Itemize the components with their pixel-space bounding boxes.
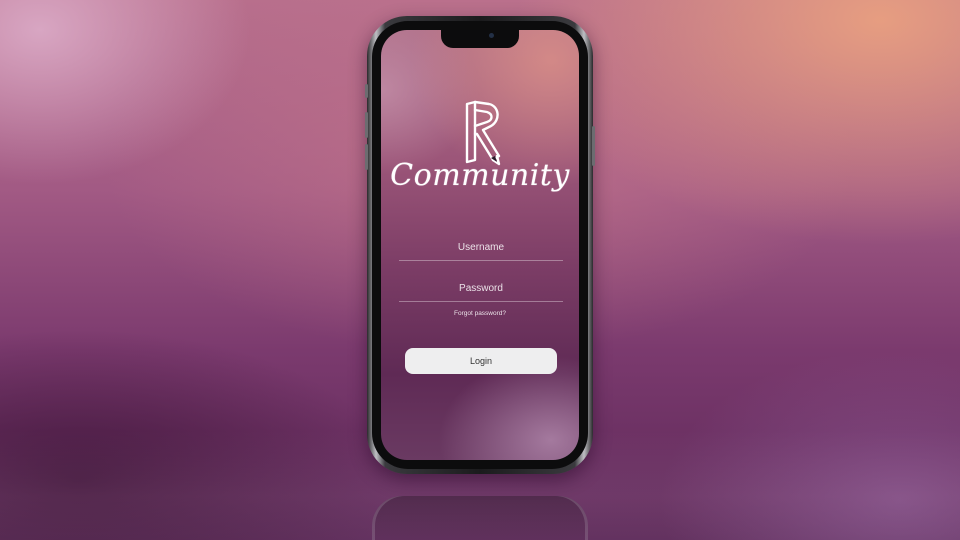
- login-button[interactable]: Login: [405, 348, 557, 374]
- phone-power-button: [592, 126, 595, 166]
- phone-volume-up-button: [365, 112, 368, 138]
- username-field[interactable]: [399, 234, 563, 261]
- password-field[interactable]: [399, 275, 563, 302]
- background-stage: Community Forgot password? Login: [0, 0, 960, 540]
- forgot-password-link[interactable]: Forgot password?: [381, 310, 579, 317]
- camera-icon: [489, 33, 494, 38]
- phone-side-button: [365, 84, 368, 98]
- phone-screen: Community Forgot password? Login: [381, 30, 579, 460]
- phone-volume-down-button: [365, 144, 368, 170]
- phone-device: Community Forgot password? Login: [365, 16, 595, 474]
- brand-title: Community: [390, 158, 570, 193]
- phone-notch: [441, 30, 519, 48]
- phone-reflection: [372, 496, 588, 540]
